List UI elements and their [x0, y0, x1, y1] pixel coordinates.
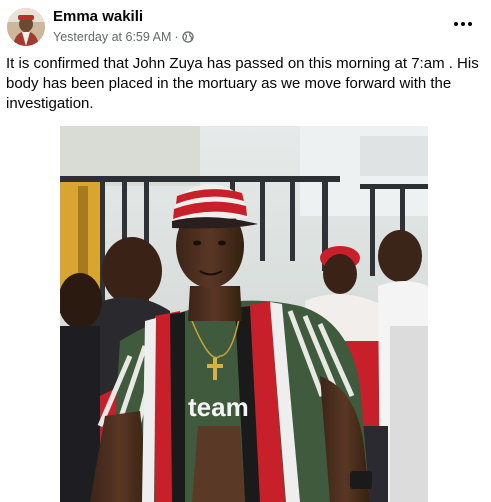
more-options-button[interactable] [447, 13, 479, 35]
author-avatar[interactable] [7, 8, 45, 46]
meta-separator: · [174, 30, 179, 44]
author-name[interactable]: Emma wakili [53, 8, 143, 25]
more-options-icon [454, 22, 472, 26]
post-header: Emma wakili Yesterday at 6:59 AM · [0, 0, 491, 52]
shirt-text: team [188, 392, 249, 422]
post-text: It is confirmed that John Zuya has passe… [6, 55, 479, 112]
photo-image: team [60, 126, 428, 502]
post-meta: Yesterday at 6:59 AM · [53, 29, 194, 45]
post-photo[interactable]: team [60, 126, 428, 502]
post-timestamp[interactable]: Yesterday at 6:59 AM [53, 30, 171, 44]
globe-icon [181, 31, 194, 43]
avatar-image [7, 8, 45, 46]
